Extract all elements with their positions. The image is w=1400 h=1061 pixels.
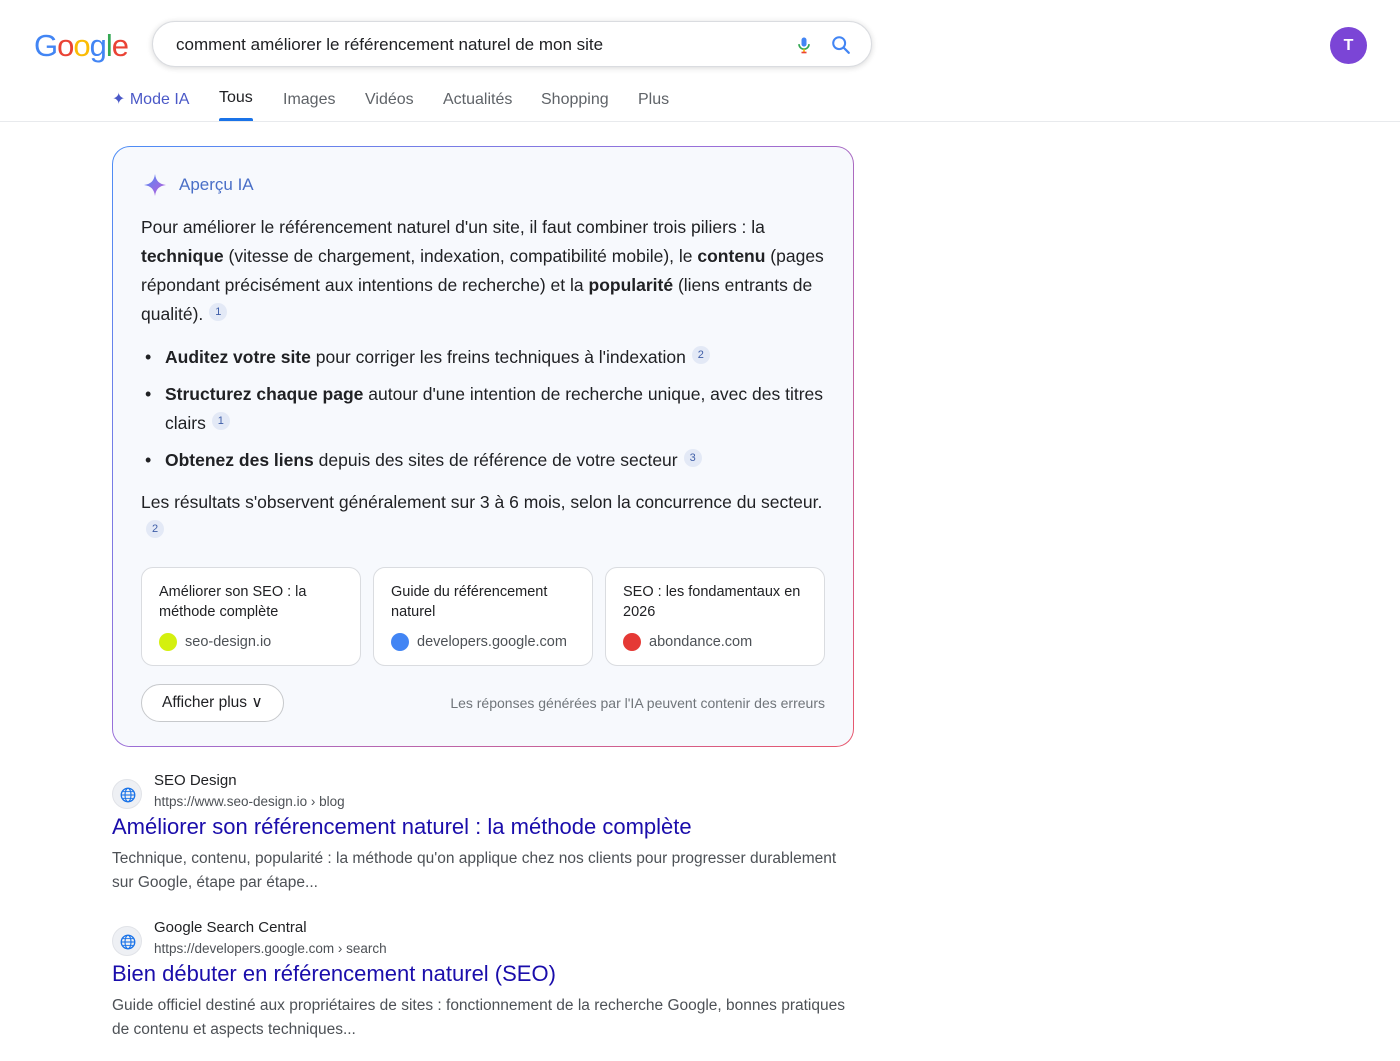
ai-overview-bullets: Auditez votre site pour corriger les fre… xyxy=(141,343,831,483)
citation-badge[interactable]: 1 xyxy=(209,303,228,322)
intro-text: Pour améliorer le référencement naturel … xyxy=(141,217,765,237)
source-card-title: Améliorer son SEO : la méthode complète xyxy=(159,584,307,620)
source-card[interactable]: Améliorer son SEO : la méthode complète … xyxy=(141,567,361,666)
source-card-title: SEO : les fondamentaux en 2026 xyxy=(623,584,801,620)
show-more-button[interactable]: Afficher plus ∨ xyxy=(141,684,284,722)
citation-badge[interactable]: 2 xyxy=(691,346,710,365)
logo-letter: G xyxy=(34,28,58,63)
logo-letter: o xyxy=(73,28,90,63)
header-divider xyxy=(0,121,1400,122)
source-card[interactable]: SEO : les fondamentaux en 2026 abondance… xyxy=(605,567,825,666)
result-title-link[interactable]: Bien débuter en référencement naturel (S… xyxy=(112,960,556,988)
source-card-site: abondance.com xyxy=(649,634,753,650)
list-item: Structurez chaque page autour d'une inte… xyxy=(141,380,831,438)
result-snippet: Guide officiel destiné aux propriétaires… xyxy=(112,997,845,1038)
ai-overview-title: Aperçu IA xyxy=(179,175,254,194)
site-favicon-icon xyxy=(623,633,641,651)
user-avatar[interactable]: T xyxy=(1330,27,1367,64)
intro-bold: technique xyxy=(141,246,224,266)
globe-icon xyxy=(120,787,136,803)
tab-tous[interactable]: Tous xyxy=(219,88,253,108)
result-url[interactable]: https://www.seo-design.io › blog xyxy=(154,794,345,810)
source-card-site: developers.google.com xyxy=(417,634,567,650)
site-favicon-icon xyxy=(391,633,409,651)
bullet-bold: Auditez votre site xyxy=(165,347,311,367)
source-cards: Améliorer son SEO : la méthode complète … xyxy=(141,567,827,667)
source-card-site: seo-design.io xyxy=(185,634,272,650)
result-snippet: Technique, contenu, popularité : la méth… xyxy=(112,850,837,891)
tab-plus[interactable]: Plus xyxy=(638,90,669,110)
source-card-title: Guide du référencement naturel xyxy=(391,584,548,620)
tab-mode-ia[interactable]: ✦ Mode IA xyxy=(112,90,189,110)
list-item: Auditez votre site pour corriger les fre… xyxy=(141,343,831,372)
site-favicon-icon xyxy=(159,633,177,651)
result-title-link[interactable]: Améliorer son référencement naturel : la… xyxy=(112,813,692,841)
tab-images[interactable]: Images xyxy=(283,90,335,110)
microphone-icon[interactable] xyxy=(794,35,814,55)
search-icon[interactable] xyxy=(830,34,852,56)
google-logo[interactable]: Google xyxy=(34,28,129,64)
tab-actualites[interactable]: Actualités xyxy=(443,90,512,110)
intro-bold: contenu xyxy=(697,246,766,266)
bullet-bold: Obtenez des liens xyxy=(165,450,314,470)
citation-badge[interactable]: 1 xyxy=(211,412,230,431)
ai-disclaimer: Les réponses générées par l'IA peuvent c… xyxy=(450,695,825,711)
ai-overview-panel: Aperçu IA Pour améliorer le référencemen… xyxy=(112,146,854,747)
logo-letter: g xyxy=(89,28,107,63)
search-input[interactable]: comment améliorer le référencement natur… xyxy=(176,35,603,55)
citation-badge[interactable]: 2 xyxy=(146,520,164,539)
site-favicon[interactable] xyxy=(112,779,142,809)
ai-overview-intro: Pour améliorer le référencement naturel … xyxy=(141,213,831,329)
search-box[interactable]: comment améliorer le référencement natur… xyxy=(152,21,872,67)
tab-videos[interactable]: Vidéos xyxy=(365,90,414,110)
intro-bold: popularité xyxy=(588,275,674,295)
tab-shopping[interactable]: Shopping xyxy=(541,90,609,110)
citation-badge[interactable]: 3 xyxy=(683,449,702,468)
conclusion-text: Les résultats s'observent généralement s… xyxy=(141,492,823,512)
result-site-name[interactable]: SEO Design xyxy=(154,772,237,790)
bullet-text: pour corriger les freins techniques à l'… xyxy=(310,347,686,367)
source-card[interactable]: Guide du référencement naturel developer… xyxy=(373,567,593,666)
logo-letter: o xyxy=(57,28,74,63)
ai-overview-conclusion: Les résultats s'observent généralement s… xyxy=(141,488,831,546)
bullet-bold: Structurez chaque page xyxy=(165,384,364,404)
site-favicon[interactable] xyxy=(112,926,142,956)
list-item: Obtenez des liens depuis des sites de ré… xyxy=(141,446,831,475)
result-url[interactable]: https://developers.google.com › search xyxy=(154,941,387,957)
globe-icon xyxy=(120,934,136,950)
result-site-name[interactable]: Google Search Central xyxy=(154,919,307,937)
intro-text: (vitesse de chargement, indexation, comp… xyxy=(223,246,698,266)
bullet-text: depuis des sites de référence de votre s… xyxy=(313,450,678,470)
sparkle-icon xyxy=(144,174,166,196)
logo-letter: e xyxy=(111,28,129,63)
